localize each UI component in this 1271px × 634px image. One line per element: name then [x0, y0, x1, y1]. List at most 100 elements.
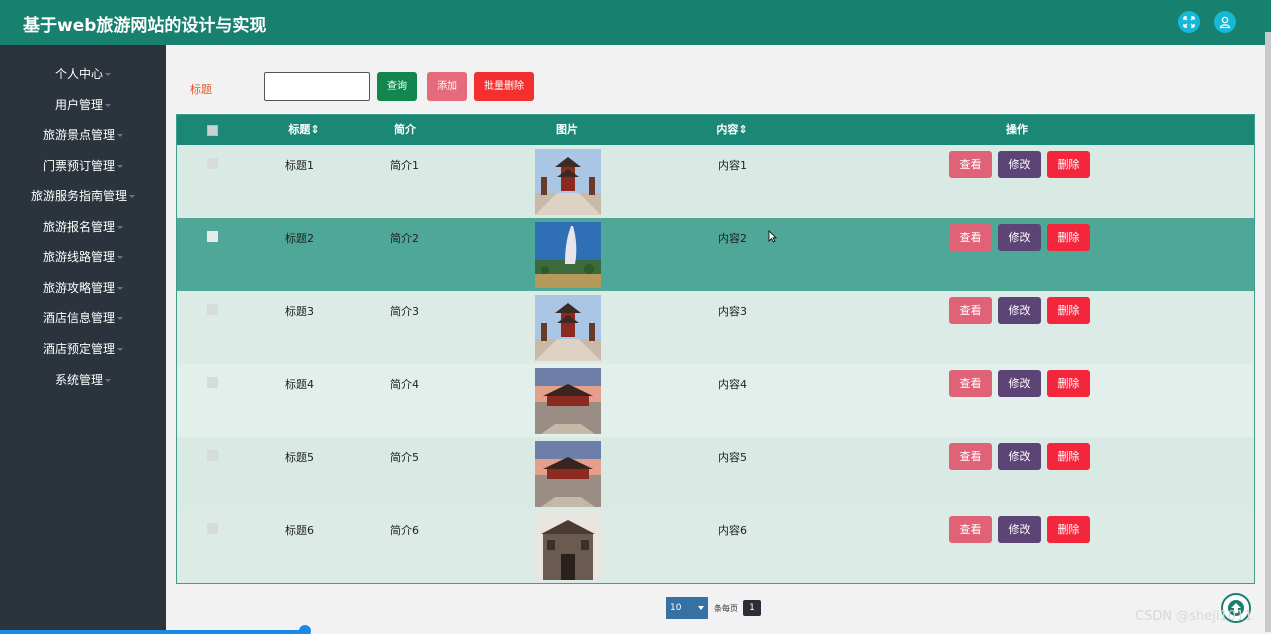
cell-content: 内容5: [718, 451, 747, 464]
sort-icon: ⇕: [310, 123, 320, 136]
table-row: 标题6 简介6 内容6 查看 修改 删除: [177, 510, 1254, 583]
row-checkbox[interactable]: [207, 304, 218, 315]
top-header: 基于web旅游网站的设计与实现: [0, 0, 1271, 45]
burj-al-arab-image: [535, 222, 601, 288]
view-button[interactable]: 查看: [949, 297, 992, 324]
sidebar-item-routes[interactable]: 旅游线路管理: [0, 242, 166, 272]
row-checkbox[interactable]: [207, 523, 218, 534]
sidebar-item-ticket-booking[interactable]: 门票预订管理: [0, 151, 166, 181]
caret-down-icon: [117, 287, 123, 290]
table-row: 标题4 简介4 内容4 查看 修改 删除: [177, 364, 1254, 437]
table-header: 标题⇕ 简介 图片 内容⇕ 操作: [177, 115, 1254, 145]
table-row: 标题2 简介2 内容2 查看 修改 删除: [177, 218, 1254, 291]
caret-down-icon: [105, 73, 111, 76]
cell-content: 内容2: [718, 232, 747, 245]
data-table: 标题⇕ 简介 图片 内容⇕ 操作 标题1 简介1 内容1 查看 修改 删除 标题…: [176, 114, 1255, 584]
view-button[interactable]: 查看: [949, 151, 992, 178]
view-button[interactable]: 查看: [949, 370, 992, 397]
cell-content: 内容6: [718, 524, 747, 537]
row-checkbox[interactable]: [207, 231, 218, 242]
temple-pagoda-image: [535, 149, 601, 215]
cell-title: 标题6: [285, 524, 314, 537]
edit-button[interactable]: 修改: [998, 151, 1041, 178]
view-button[interactable]: 查看: [949, 443, 992, 470]
sidebar-item-service-guide[interactable]: 旅游服务指南管理: [0, 181, 166, 211]
column-header-title[interactable]: 标题⇕: [274, 115, 334, 145]
sidebar-item-label: 酒店信息管理: [42, 311, 115, 325]
cell-intro: 简介2: [390, 232, 419, 245]
cell-intro: 简介1: [390, 159, 419, 172]
app-title: 基于web旅游网站的设计与实现: [23, 16, 267, 36]
delete-button[interactable]: 删除: [1047, 297, 1090, 324]
delete-button[interactable]: 删除: [1047, 443, 1090, 470]
sidebar-item-label: 用户管理: [54, 98, 103, 112]
column-header-content[interactable]: 内容⇕: [702, 115, 762, 145]
row-checkbox[interactable]: [207, 377, 218, 388]
column-header-actions: 操作: [1006, 123, 1028, 136]
caret-down-icon: [105, 104, 111, 107]
delete-button[interactable]: 删除: [1047, 151, 1090, 178]
main-content: 标题 查询 添加 批量删除 标题⇕ 简介 图片 内容⇕ 操作 标题1 简介1 内…: [166, 45, 1271, 634]
caret-down-icon: [129, 195, 135, 198]
cell-content: 内容4: [718, 378, 747, 391]
delete-button[interactable]: 删除: [1047, 516, 1090, 543]
mouse-cursor-icon: [768, 230, 777, 243]
edit-button[interactable]: 修改: [998, 297, 1041, 324]
caret-down-icon: [117, 134, 123, 137]
cell-title: 标题2: [285, 232, 314, 245]
sort-icon: ⇕: [738, 123, 748, 136]
sidebar-item-users[interactable]: 用户管理: [0, 90, 166, 120]
cell-intro: 简介6: [390, 524, 419, 537]
delete-button[interactable]: 删除: [1047, 224, 1090, 251]
sidebar-item-label: 旅游线路管理: [42, 250, 115, 264]
cell-content: 内容3: [718, 305, 747, 318]
temple-pagoda-image: [535, 295, 601, 361]
user-icon[interactable]: [1214, 11, 1236, 33]
sidebar-item-guides[interactable]: 旅游攻略管理: [0, 273, 166, 303]
delete-button[interactable]: 删除: [1047, 370, 1090, 397]
sidebar-item-system[interactable]: 系统管理: [0, 365, 166, 395]
cell-intro: 简介4: [390, 378, 419, 391]
sidebar-item-label: 系统管理: [54, 373, 103, 387]
sidebar-item-hotel-booking[interactable]: 酒店预定管理: [0, 334, 166, 364]
sidebar-item-scenic-spots[interactable]: 旅游景点管理: [0, 120, 166, 150]
vertical-scrollbar[interactable]: [1265, 32, 1271, 632]
view-button[interactable]: 查看: [949, 224, 992, 251]
edit-button[interactable]: 修改: [998, 516, 1041, 543]
select-all-checkbox[interactable]: [207, 125, 218, 136]
edit-button[interactable]: 修改: [998, 443, 1041, 470]
sidebar-item-hotel-info[interactable]: 酒店信息管理: [0, 303, 166, 333]
cell-content: 内容1: [718, 159, 747, 172]
column-header-intro: 简介: [394, 123, 416, 136]
cell-title: 标题5: [285, 451, 314, 464]
chevron-down-icon: [698, 606, 704, 610]
watermark: CSDN @sheji1011: [1135, 609, 1253, 624]
stone-gate-image: [535, 514, 601, 580]
search-title-label: 标题: [190, 83, 212, 96]
bulk-delete-button[interactable]: 批量删除: [474, 72, 534, 101]
sidebar-item-registration[interactable]: 旅游报名管理: [0, 212, 166, 242]
row-checkbox[interactable]: [207, 450, 218, 461]
cell-intro: 简介5: [390, 451, 419, 464]
add-button[interactable]: 添加: [427, 72, 467, 101]
cell-title: 标题1: [285, 159, 314, 172]
search-title-input[interactable]: [264, 72, 370, 101]
temple-sunset-image: [535, 368, 601, 434]
view-button[interactable]: 查看: [949, 516, 992, 543]
edit-button[interactable]: 修改: [998, 224, 1041, 251]
sidebar-item-label: 门票预订管理: [42, 159, 115, 173]
video-progress-bar[interactable]: [0, 630, 305, 634]
sidebar-item-label: 个人中心: [54, 67, 103, 81]
progress-handle[interactable]: [299, 625, 311, 634]
query-button[interactable]: 查询: [377, 72, 417, 101]
edit-button[interactable]: 修改: [998, 370, 1041, 397]
page-number-button[interactable]: 1: [743, 600, 761, 616]
cell-title: 标题3: [285, 305, 314, 318]
row-checkbox[interactable]: [207, 158, 218, 169]
fullscreen-icon[interactable]: [1178, 11, 1200, 33]
page-size-select[interactable]: 10: [666, 597, 708, 619]
sidebar-item-personal-center[interactable]: 个人中心: [0, 59, 166, 89]
caret-down-icon: [117, 165, 123, 168]
sidebar: 个人中心 用户管理 旅游景点管理 门票预订管理 旅游服务指南管理 旅游报名管理 …: [0, 45, 166, 634]
per-page-label: 条每页: [714, 604, 738, 613]
